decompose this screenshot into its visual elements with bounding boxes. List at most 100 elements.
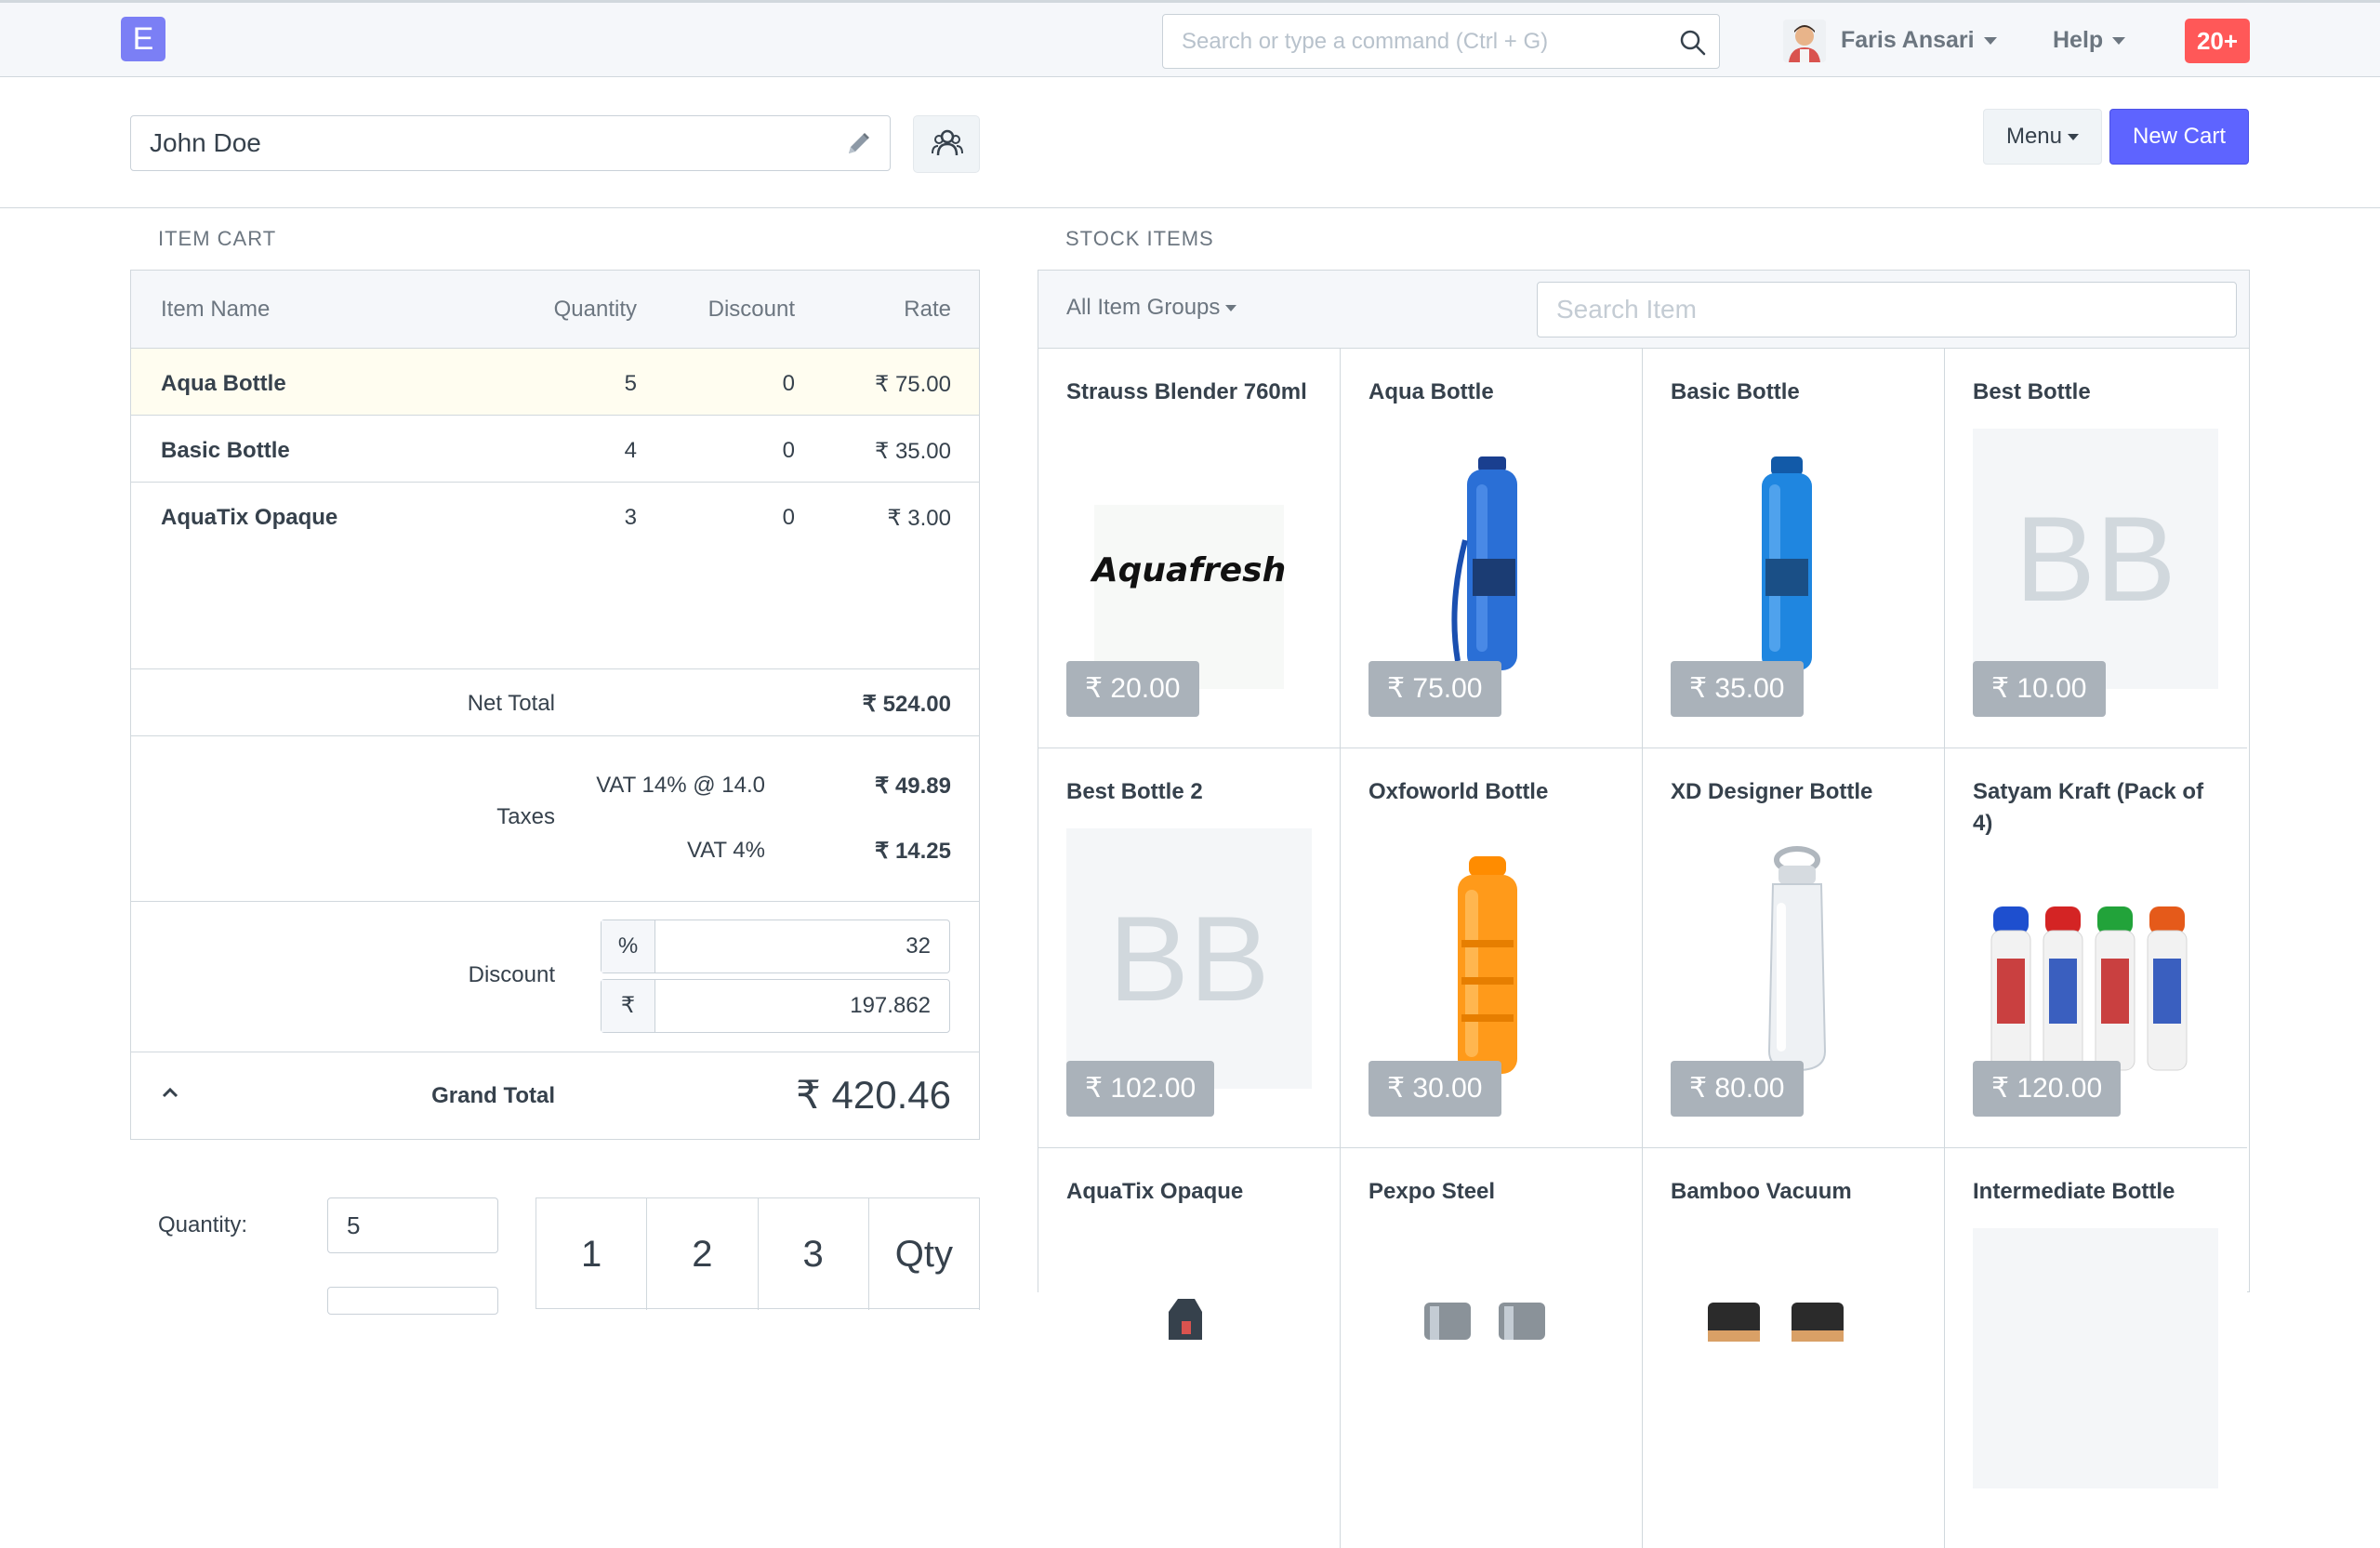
pencil-icon[interactable] bbox=[842, 128, 874, 160]
item-search-input[interactable] bbox=[1537, 282, 2237, 337]
discount-field[interactable] bbox=[327, 1287, 498, 1315]
item-cart-title: ITEM CART bbox=[158, 227, 277, 250]
item-name: Best Bottle 2 bbox=[1066, 779, 1203, 804]
stock-items-title: STOCK ITEMS bbox=[1065, 227, 1214, 250]
header-rate: Rate bbox=[904, 297, 951, 322]
user-menu[interactable]: Faris Ansari bbox=[1841, 27, 1997, 54]
numpad-key-1[interactable]: 1 bbox=[536, 1198, 648, 1310]
user-avatar[interactable] bbox=[1783, 20, 1826, 62]
orange-bottle-image bbox=[1458, 856, 1517, 1074]
grand-total-value: ₹ 420.46 bbox=[796, 1073, 951, 1117]
item-name: Strauss Blender 760ml bbox=[1066, 379, 1307, 404]
new-cart-button[interactable]: New Cart bbox=[2109, 109, 2249, 165]
header-discount: Discount bbox=[707, 297, 795, 322]
item-tile[interactable]: XD Designer Bottle ₹ 80.00 bbox=[1643, 748, 1945, 1148]
header-quantity: Quantity bbox=[553, 297, 637, 322]
item-placeholder-image: BB bbox=[1066, 828, 1312, 1089]
item-name: Intermediate Bottle bbox=[1973, 1179, 2175, 1204]
cart-item-discount: 0 bbox=[782, 371, 795, 396]
cart-item-discount: 0 bbox=[782, 505, 795, 530]
bottle-image bbox=[1169, 1299, 1202, 1340]
net-total-value: ₹ 524.00 bbox=[862, 692, 951, 717]
item-tile[interactable]: Bamboo Vacuum bbox=[1643, 1148, 1945, 1548]
item-tile[interactable]: Basic Bottle ₹ 35.00 bbox=[1643, 349, 1945, 748]
discount-percent-input[interactable] bbox=[657, 920, 949, 972]
numpad-key-2[interactable]: 2 bbox=[647, 1198, 759, 1310]
chevron-down-icon bbox=[2112, 37, 2126, 46]
item-tile[interactable]: Aqua Bottle ₹ 75.00 bbox=[1341, 349, 1643, 748]
quantity-label: Quantity: bbox=[158, 1212, 248, 1237]
item-tile[interactable]: Best Bottle 2 BB ₹ 102.00 bbox=[1038, 748, 1341, 1148]
item-price: ₹ 20.00 bbox=[1066, 661, 1199, 717]
net-total-label: Net Total bbox=[467, 691, 555, 716]
notifications-badge[interactable]: 20+ bbox=[2185, 19, 2250, 63]
numpad-key-3[interactable]: 3 bbox=[759, 1198, 869, 1310]
customer-field[interactable] bbox=[130, 115, 891, 171]
stock-items-toolbar: All Item Groups bbox=[1038, 271, 2249, 349]
cart-row[interactable]: Aqua Bottle 5 0 ₹ 75.00 bbox=[131, 349, 979, 416]
item-group-dropdown[interactable]: All Item Groups bbox=[1066, 295, 1237, 321]
chevron-down-icon bbox=[1225, 305, 1237, 312]
discount-label: Discount bbox=[468, 962, 555, 987]
currency-addon: ₹ bbox=[602, 980, 655, 1032]
divider bbox=[131, 901, 979, 902]
blue-bottle-image bbox=[1762, 456, 1812, 670]
numpad: 1 2 3 Qty bbox=[536, 1197, 980, 1310]
item-tile[interactable]: Satyam Kraft (Pack of 4) ₹ 120.00 bbox=[1945, 748, 2247, 1148]
item-name: AquaTix Opaque bbox=[1066, 1179, 1244, 1204]
item-tile[interactable]: Oxfoworld Bottle ₹ 30.00 bbox=[1341, 748, 1643, 1148]
search-icon[interactable] bbox=[1679, 29, 1707, 57]
navbar: E Faris Ansari Help 20+ bbox=[0, 0, 2380, 77]
cart-item-quantity: 3 bbox=[624, 505, 637, 530]
item-tile[interactable]: Intermediate Bottle bbox=[1945, 1148, 2247, 1548]
steel-bottle-image bbox=[1424, 1303, 1545, 1340]
cart-item-rate: ₹ 75.00 bbox=[875, 372, 951, 397]
item-name: XD Designer Bottle bbox=[1671, 779, 1873, 804]
cart-header-row: Item Name Quantity Discount Rate bbox=[131, 271, 979, 349]
tax-amount: ₹ 49.89 bbox=[875, 774, 951, 799]
cart-item-name: Aqua Bottle bbox=[161, 371, 286, 396]
item-image: Aquafresh bbox=[1090, 505, 1286, 689]
item-name: Basic Bottle bbox=[1671, 379, 1800, 404]
item-placeholder-image: BB bbox=[1973, 429, 2218, 689]
menu-button[interactable]: Menu bbox=[1983, 109, 2102, 165]
tax-amount: ₹ 14.25 bbox=[875, 839, 951, 864]
app-logo[interactable]: E bbox=[121, 17, 165, 61]
discount-amount-input[interactable] bbox=[657, 980, 949, 1032]
item-cart: Item Name Quantity Discount Rate Aqua Bo… bbox=[130, 270, 980, 1140]
item-tile[interactable]: Strauss Blender 760ml Aquafresh ₹ 20.00 bbox=[1038, 349, 1341, 748]
bamboo-bottle-image bbox=[1708, 1303, 1844, 1342]
cart-row[interactable]: Basic Bottle 4 0 ₹ 35.00 bbox=[131, 416, 979, 483]
help-menu[interactable]: Help bbox=[2053, 27, 2126, 54]
awesome-bar-search-input[interactable] bbox=[1162, 14, 1720, 69]
item-price: ₹ 30.00 bbox=[1368, 1061, 1501, 1117]
cart-row[interactable]: AquaTix Opaque 3 0 ₹ 3.00 bbox=[131, 483, 979, 549]
taxes-label: Taxes bbox=[496, 804, 555, 829]
divider bbox=[131, 668, 979, 669]
cart-item-name: Basic Bottle bbox=[161, 438, 290, 463]
quantity-input[interactable] bbox=[327, 1197, 498, 1253]
customers-button[interactable] bbox=[913, 115, 980, 173]
cart-item-quantity: 4 bbox=[624, 438, 637, 463]
clear-bottle-image bbox=[1767, 846, 1827, 1072]
item-name: Best Bottle bbox=[1973, 379, 2091, 404]
chevron-up-icon[interactable] bbox=[160, 1082, 180, 1103]
item-tile[interactable]: Best Bottle BB ₹ 10.00 bbox=[1945, 349, 2247, 748]
menu-label: Menu bbox=[2005, 124, 2063, 149]
divider bbox=[131, 1139, 979, 1140]
item-tile[interactable]: Pexpo Steel bbox=[1341, 1148, 1643, 1548]
item-name: Oxfoworld Bottle bbox=[1368, 779, 1549, 804]
item-tile[interactable]: AquaTix Opaque bbox=[1038, 1148, 1341, 1548]
chevron-down-icon bbox=[2068, 134, 2080, 141]
percent-addon: % bbox=[602, 920, 655, 972]
item-placeholder-image bbox=[1973, 1228, 2218, 1488]
cart-item-name: AquaTix Opaque bbox=[161, 505, 338, 530]
grand-total-label: Grand Total bbox=[431, 1083, 555, 1108]
tax-name: VAT 14% @ 14.0 bbox=[596, 773, 765, 798]
chevron-down-icon bbox=[1983, 37, 1997, 46]
divider bbox=[131, 735, 979, 736]
aquafresh-logo-text: Aquafresh bbox=[1090, 551, 1286, 589]
item-name: Bamboo Vacuum bbox=[1671, 1179, 1852, 1204]
users-icon bbox=[932, 129, 963, 156]
numpad-key-qty[interactable]: Qty bbox=[869, 1198, 980, 1310]
